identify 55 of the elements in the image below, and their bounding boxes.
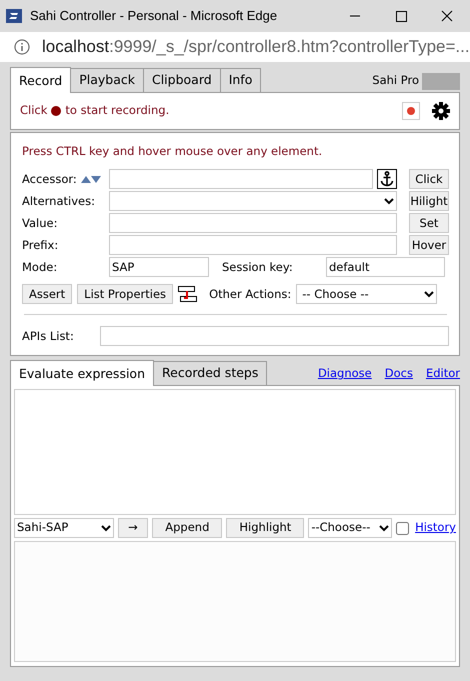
window-title: Sahi Controller - Personal - Microsoft Edge: [30, 7, 278, 26]
brand-label: Sahi Pro: [372, 72, 419, 90]
tab[interactable]: Evaluate expression: [10, 360, 154, 386]
history-checkbox[interactable]: [396, 522, 410, 534]
action-button[interactable]: Click: [409, 169, 449, 190]
info-icon: [14, 39, 30, 55]
mode-dropdown[interactable]: Sahi-SAP: [14, 518, 114, 538]
mode-field[interactable]: SAP: [109, 257, 209, 278]
caret-icon: [379, 524, 390, 532]
caret-icon: [424, 290, 434, 298]
action-button[interactable]: Set: [409, 213, 449, 234]
expression-editor[interactable]: [14, 389, 456, 515]
redaction-block: [422, 72, 460, 90]
caret-icon: [100, 524, 111, 532]
field-label: Value:: [22, 214, 58, 232]
field-label: Other Actions:: [209, 286, 292, 303]
session-key-field[interactable]: default: [326, 257, 445, 278]
record-dot-icon: [51, 106, 62, 116]
instruction-text: Click: [20, 102, 48, 120]
tab[interactable]: Recorded steps: [153, 361, 268, 385]
action-button[interactable]: Hilight: [409, 191, 449, 212]
output-area[interactable]: [14, 541, 456, 662]
field-label: Alternatives:: [22, 192, 96, 210]
history-link[interactable]: History: [415, 519, 456, 537]
apis-list-field[interactable]: [100, 326, 449, 346]
hint-text: Press CTRL key and hover mouse over any element.: [22, 143, 324, 160]
field-label: Prefix:: [22, 236, 60, 254]
field-label: APIs List:: [22, 328, 75, 345]
toolbar-button[interactable]: Append: [152, 518, 222, 538]
link[interactable]: Editor: [426, 365, 460, 383]
input-field[interactable]: [109, 213, 397, 234]
input-field[interactable]: [109, 169, 373, 190]
toolbar-button[interactable]: Highlight: [226, 518, 304, 538]
input-field[interactable]: [109, 235, 397, 256]
settings-icon[interactable]: [432, 102, 450, 120]
other-actions-dropdown[interactable]: -- Choose --: [296, 284, 438, 304]
choose-dropdown[interactable]: --Choose--: [308, 518, 392, 538]
action-button[interactable]: Assert: [22, 284, 72, 304]
caret-icon: [384, 198, 394, 205]
field-label: Accessor:: [22, 170, 77, 188]
tab[interactable]: Info: [220, 68, 262, 92]
field-label: Session key:: [222, 258, 294, 276]
properties-icon[interactable]: [178, 285, 198, 304]
record-button[interactable]: [402, 102, 420, 120]
link[interactable]: Diagnose: [318, 365, 372, 383]
field-label: Mode:: [22, 258, 58, 276]
action-button[interactable]: List Properties: [77, 284, 174, 304]
anchor-icon[interactable]: [377, 169, 397, 190]
tab[interactable]: Record: [10, 67, 72, 93]
link[interactable]: Docs: [384, 365, 413, 383]
up-down-arrows-icon: [80, 174, 101, 184]
action-button[interactable]: Hover: [409, 235, 449, 256]
arrow-button[interactable]: →: [118, 518, 148, 538]
instruction-text: to start recording.: [65, 102, 170, 120]
app-logo-icon: [6, 9, 22, 23]
